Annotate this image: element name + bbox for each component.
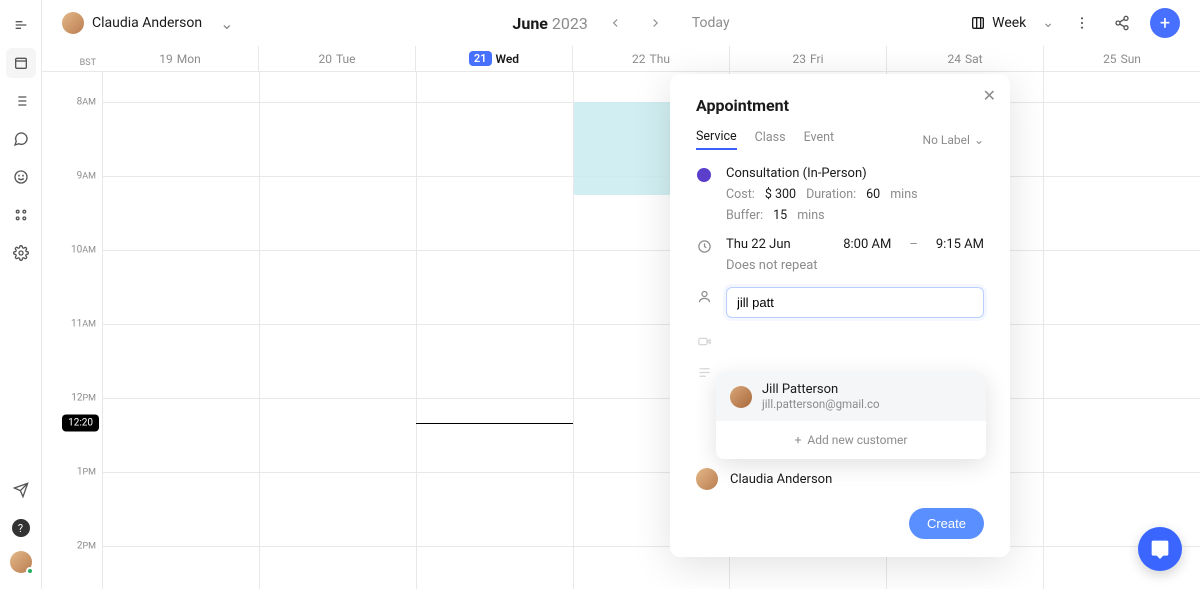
close-icon[interactable]: ✕ xyxy=(983,86,996,105)
customer-suggest-dropdown: Jill Patterson jill.patterson@gmail.co +… xyxy=(716,372,986,459)
gear-icon[interactable] xyxy=(6,238,36,268)
day-header-sat[interactable]: 24Sat xyxy=(886,46,1043,71)
emoji-icon[interactable] xyxy=(6,162,36,192)
tab-class[interactable]: Class xyxy=(755,130,786,149)
hour-label: 12PM xyxy=(71,393,96,404)
recurrence-picker[interactable]: Does not repeat xyxy=(726,258,984,273)
tab-event[interactable]: Event xyxy=(804,130,835,149)
label-picker[interactable]: No Label ⌄ xyxy=(923,133,984,147)
today-button[interactable]: Today xyxy=(692,15,730,31)
menu-icon[interactable] xyxy=(6,10,36,40)
help-icon[interactable]: ? xyxy=(6,513,36,543)
topbar: Claudia Anderson ⌄ June 2023 Today Week … xyxy=(42,0,1200,46)
apps-icon[interactable] xyxy=(6,200,36,230)
share-icon[interactable] xyxy=(1110,11,1134,35)
add-new-customer-button[interactable]: + Add new customer xyxy=(716,421,986,459)
day-column[interactable] xyxy=(259,72,416,589)
tab-service[interactable]: Service xyxy=(696,129,737,150)
add-button[interactable]: + xyxy=(1150,8,1180,38)
chevron-down-icon: ⌄ xyxy=(974,133,984,147)
day-header-tue[interactable]: 20Tue xyxy=(258,46,415,71)
day-header-sun[interactable]: 25Sun xyxy=(1043,46,1200,71)
hour-label: 9AM xyxy=(77,171,96,182)
appointment-date[interactable]: Thu 22 Jun xyxy=(726,237,791,252)
day-header-row: BST 19Mon20Tue21Wed22Thu23Fri24Sat25Sun xyxy=(42,46,1200,72)
hour-label: 2PM xyxy=(77,541,96,552)
user-avatar[interactable] xyxy=(10,551,32,573)
grid-columns xyxy=(102,72,1200,589)
day-column[interactable] xyxy=(1043,72,1200,589)
appointment-panel: ✕ Appointment Service Class Event No Lab… xyxy=(670,74,1010,557)
notes-icon xyxy=(696,363,712,380)
chevron-down-icon: ⌄ xyxy=(220,14,233,33)
end-time[interactable]: 9:15 AM xyxy=(936,237,984,252)
calendar-icon[interactable] xyxy=(6,48,36,78)
chat-icon[interactable] xyxy=(6,124,36,154)
panel-tabs: Service Class Event No Label ⌄ xyxy=(696,129,984,150)
chevron-down-icon: ⌄ xyxy=(1042,15,1054,31)
day-column[interactable] xyxy=(102,72,259,589)
hour-label: 10AM xyxy=(71,245,96,256)
service-name[interactable]: Consultation (In-Person) xyxy=(726,166,984,181)
more-icon[interactable] xyxy=(1070,11,1094,35)
view-picker[interactable]: Week ⌄ xyxy=(970,15,1054,31)
panel-title: Appointment xyxy=(696,96,984,115)
video-icon xyxy=(696,332,712,349)
next-week-button[interactable] xyxy=(644,11,668,35)
team-member-avatar xyxy=(696,468,718,490)
list-icon[interactable] xyxy=(6,86,36,116)
customer-search-input[interactable] xyxy=(726,287,984,318)
create-button[interactable]: Create xyxy=(909,508,984,539)
plus-icon: + xyxy=(795,433,802,447)
day-header-wed[interactable]: 21Wed xyxy=(415,46,572,71)
person-icon xyxy=(696,287,712,304)
hour-label: 1PM xyxy=(77,467,96,478)
day-column[interactable] xyxy=(416,72,573,589)
service-color-dot xyxy=(697,168,711,182)
intercom-launcher[interactable] xyxy=(1138,527,1182,571)
month-label: June 2023 xyxy=(512,14,587,33)
send-icon[interactable] xyxy=(6,475,36,505)
hour-label: 8AM xyxy=(77,97,96,108)
customer-suggest-item[interactable]: Jill Patterson jill.patterson@gmail.co xyxy=(716,372,986,421)
day-header-mon[interactable]: 19Mon xyxy=(102,46,258,71)
current-time-line xyxy=(416,423,573,424)
start-time[interactable]: 8:00 AM xyxy=(843,237,891,252)
day-header-fri[interactable]: 23Fri xyxy=(729,46,886,71)
team-member-name[interactable]: Claudia Anderson xyxy=(730,472,832,487)
day-header-thu[interactable]: 22Thu xyxy=(572,46,729,71)
current-time-pill: 12:20 xyxy=(62,414,99,431)
user-switcher[interactable]: Claudia Anderson ⌄ xyxy=(62,12,234,34)
side-rail: ? xyxy=(0,0,42,589)
calendar-grid: 8AM 9AM 10AM 11AM 12PM 1PM 2PM 12:20 xyxy=(42,72,1200,589)
prev-week-button[interactable] xyxy=(604,11,628,35)
clock-icon xyxy=(696,237,712,254)
current-user-name: Claudia Anderson xyxy=(92,15,202,31)
hour-gutter: 8AM 9AM 10AM 11AM 12PM 1PM 2PM 12:20 xyxy=(42,72,102,589)
timezone-label: BST xyxy=(42,46,102,71)
hour-label: 11AM xyxy=(71,319,96,330)
